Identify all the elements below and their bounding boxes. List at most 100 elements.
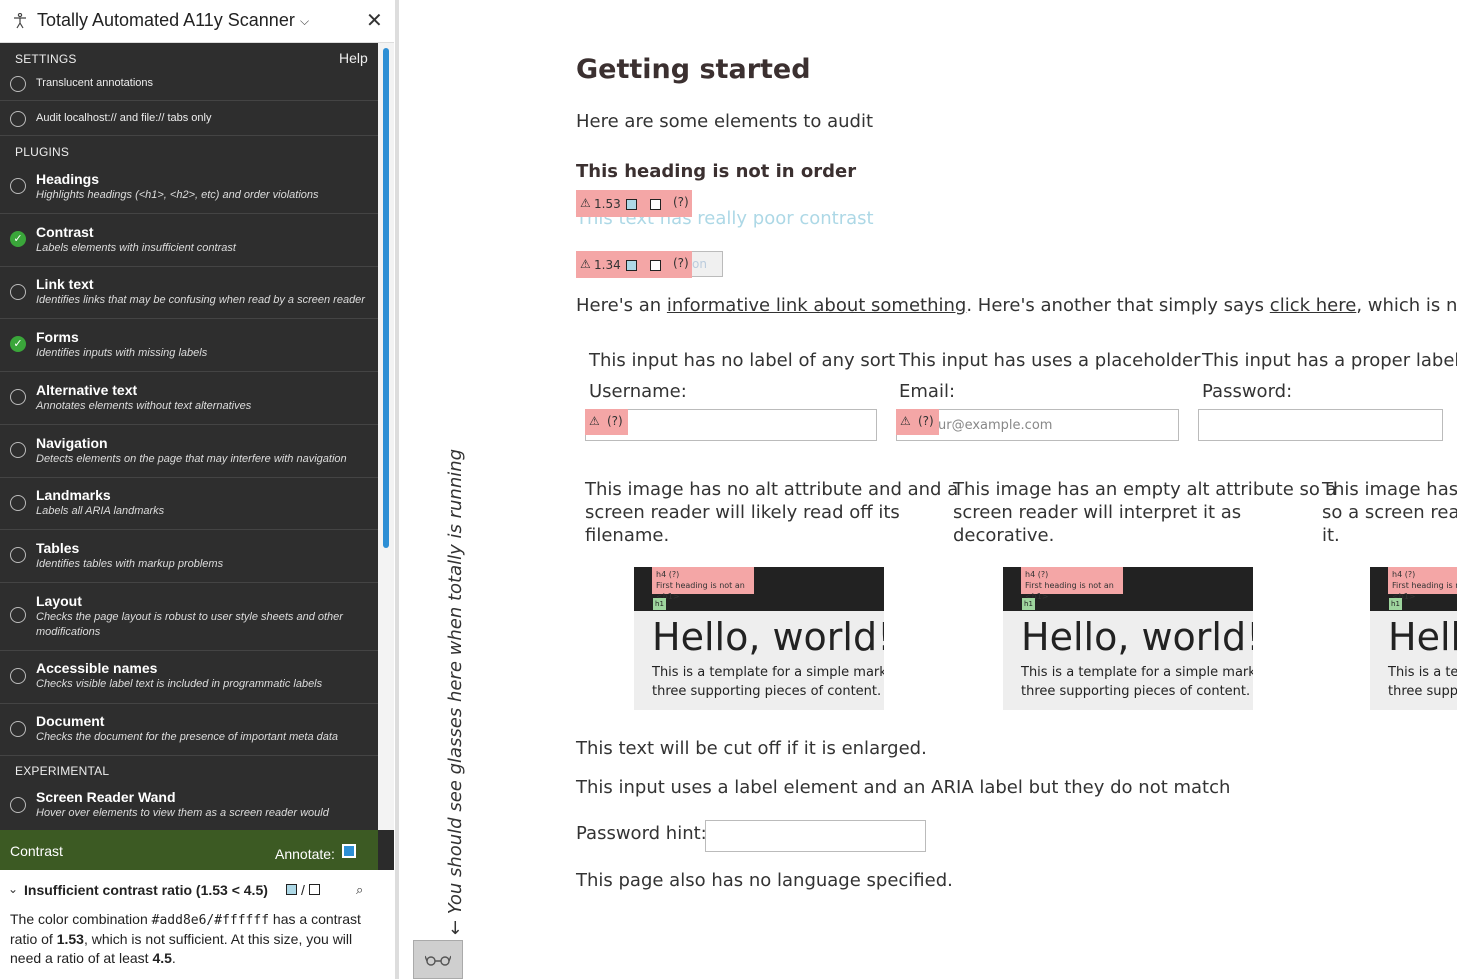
thumb-tag-line: h4 (?) bbox=[1392, 570, 1416, 579]
contrast-ratio: 1.34 bbox=[594, 258, 621, 272]
checkmark-icon[interactable]: ✓ bbox=[10, 231, 26, 247]
plugin-toggle[interactable] bbox=[10, 178, 26, 194]
plugin-toggle[interactable] bbox=[10, 797, 26, 813]
plugin-name: Landmarks bbox=[36, 487, 111, 503]
plugin-row-alt-text[interactable]: Alternative text Annotates elements with… bbox=[0, 372, 378, 425]
button-text-fragment: on bbox=[692, 257, 707, 271]
plugin-toggle[interactable] bbox=[10, 721, 26, 737]
links-text: Here's an bbox=[576, 295, 667, 316]
screenshot-image: h4 (?) First heading is not an <h1> h1 He… bbox=[1003, 567, 1253, 710]
chevron-down-icon[interactable]: ⌵ bbox=[300, 14, 309, 29]
plugin-toggle[interactable] bbox=[10, 668, 26, 684]
plugin-row-screen-reader-wand[interactable]: Screen Reader Wand Hover over elements t… bbox=[0, 780, 378, 830]
plugin-row-headings[interactable]: Headings Highlights headings (<h1>, <h2>… bbox=[0, 161, 378, 214]
thumb-h1-badge: h1 bbox=[1022, 598, 1035, 610]
plugin-name: Alternative text bbox=[36, 382, 138, 398]
sidebar-scroll-area: SETTINGS Help Translucent annotations Au… bbox=[0, 43, 378, 830]
help-badge[interactable]: (?) bbox=[673, 256, 689, 270]
thumb-h1-badge: h1 bbox=[653, 598, 666, 610]
plugin-row-document[interactable]: Document Checks the document for the pre… bbox=[0, 704, 378, 756]
plugins-section-label: PLUGINS bbox=[15, 145, 70, 159]
plugin-toggle[interactable] bbox=[10, 442, 26, 458]
click-here-link[interactable]: click here bbox=[1270, 295, 1357, 316]
close-icon[interactable]: ✕ bbox=[366, 8, 383, 33]
contrast-badge[interactable]: ⚠ 1.53 (?) bbox=[576, 190, 692, 217]
help-badge[interactable]: (?) bbox=[918, 414, 934, 428]
setting-row[interactable]: Audit localhost:// and file:// tabs only bbox=[0, 101, 378, 136]
plugin-toggle[interactable] bbox=[10, 284, 26, 300]
missing-label-badge[interactable]: ⚠ (?) bbox=[585, 409, 628, 435]
background-swatch bbox=[309, 884, 320, 895]
experimental-section-label: EXPERIMENTAL bbox=[15, 764, 110, 778]
setting-row[interactable]: Translucent annotations bbox=[0, 66, 378, 101]
caption-line: This image has an empty alt attribute so… bbox=[953, 479, 1337, 500]
thumb-text-line: This is a template for a simple marketi bbox=[1021, 665, 1253, 680]
out-of-order-heading: This heading is not in order bbox=[576, 161, 857, 182]
plugin-desc: Highlights headings (<h1>, <h2>, etc) an… bbox=[36, 189, 319, 201]
thumb-text-line: three supporting pieces of content. Us bbox=[652, 684, 884, 699]
informative-link[interactable]: informative link about something bbox=[667, 295, 966, 316]
magnifier-icon[interactable]: ⌕ bbox=[356, 882, 363, 898]
contrast-badge[interactable]: ⚠ 1.34 (?) bbox=[576, 251, 692, 278]
caption-line: screen reader will likely read off its bbox=[585, 502, 900, 523]
glasses-hint-text: ← You should see glasses here when total… bbox=[445, 448, 466, 935]
scanner-sidebar: Totally Automated A11y Scanner ⌵ ✕ SETTI… bbox=[0, 0, 394, 979]
settings-section-label: SETTINGS bbox=[15, 52, 77, 66]
glasses-button[interactable] bbox=[413, 940, 463, 979]
checkmark-icon[interactable]: ✓ bbox=[10, 336, 26, 352]
plugin-row-tables[interactable]: Tables Identifies tables with markup pro… bbox=[0, 530, 378, 583]
detail-text-part: . bbox=[171, 950, 176, 966]
plugin-desc: Labels all ARIA landmarks bbox=[36, 505, 165, 517]
sidebar-scroll-thumb[interactable] bbox=[383, 48, 389, 548]
page-title: Getting started bbox=[576, 54, 811, 85]
password-hint-label: Password hint: bbox=[576, 823, 707, 844]
plugin-toggle[interactable] bbox=[10, 547, 26, 563]
detail-text-part: The color combination bbox=[10, 911, 152, 927]
plugin-name: Navigation bbox=[36, 435, 108, 451]
thumb-tag-line: h4 (?) bbox=[1025, 570, 1049, 579]
password-input[interactable] bbox=[1198, 409, 1443, 441]
plugin-row-landmarks[interactable]: Landmarks Labels all ARIA landmarks bbox=[0, 478, 378, 530]
collapse-chevron-icon[interactable]: ⌄ bbox=[8, 882, 18, 896]
plugin-row-link-text[interactable]: Link text Identifies links that may be c… bbox=[0, 267, 378, 319]
detail-color-code: #add8e6/#ffffff bbox=[151, 913, 270, 928]
plugin-name: Document bbox=[36, 713, 105, 729]
plugin-desc: Identifies links that may be confusing w… bbox=[36, 294, 365, 306]
plugin-toggle[interactable] bbox=[10, 607, 26, 623]
plugin-row-contrast[interactable]: ✓ Contrast Labels elements with insuffic… bbox=[0, 214, 378, 267]
thumb-text-line: This is a template for a simple marketi bbox=[1388, 665, 1457, 680]
plugin-row-accessible-names[interactable]: Accessible names Checks visible label te… bbox=[0, 651, 378, 704]
detail-heading[interactable]: Insufficient contrast ratio (1.53 < 4.5) bbox=[24, 882, 268, 898]
setting-radio[interactable] bbox=[10, 76, 26, 92]
plugin-row-navigation[interactable]: Navigation Detects elements on the page … bbox=[0, 425, 378, 478]
missing-label-badge[interactable]: ⚠ (?) bbox=[896, 409, 939, 435]
password-hint-input[interactable] bbox=[705, 820, 926, 852]
detail-ratio: 1.53 bbox=[56, 931, 84, 947]
thumb-text: This is a template for a simple marketi t… bbox=[1388, 663, 1457, 701]
plugin-toggle[interactable] bbox=[10, 389, 26, 405]
thumb-hello: Hello, world! bbox=[652, 615, 884, 659]
swatch-separator: / bbox=[301, 882, 305, 898]
annotate-checkbox[interactable] bbox=[342, 844, 356, 858]
plugin-desc: Labels elements with insufficient contra… bbox=[36, 242, 236, 254]
detail-required-ratio: 4.5 bbox=[152, 950, 172, 966]
help-badge[interactable]: (?) bbox=[673, 195, 689, 209]
plugin-name: Link text bbox=[36, 276, 94, 292]
active-plugin-name: Contrast bbox=[10, 843, 63, 859]
password-label: Password: bbox=[1202, 381, 1293, 402]
plugin-desc: Hover over elements to view them as a sc… bbox=[36, 807, 329, 819]
plugin-name: Tables bbox=[36, 540, 80, 556]
caption-line: it. bbox=[1322, 525, 1340, 546]
help-link[interactable]: Help bbox=[339, 50, 368, 66]
help-badge[interactable]: (?) bbox=[607, 414, 623, 428]
username-input[interactable] bbox=[585, 409, 877, 441]
setting-radio[interactable] bbox=[10, 111, 26, 127]
sidebar-title[interactable]: Totally Automated A11y Scanner bbox=[37, 10, 295, 31]
foreground-swatch bbox=[286, 884, 297, 895]
plugin-row-layout[interactable]: Layout Checks the page layout is robust … bbox=[0, 583, 378, 651]
plugin-name: Contrast bbox=[36, 224, 94, 240]
plugin-toggle[interactable] bbox=[10, 495, 26, 511]
warning-icon: ⚠ bbox=[589, 414, 600, 428]
plugin-desc: Annotates elements without text alternat… bbox=[36, 400, 252, 412]
plugin-row-forms[interactable]: ✓ Forms Identifies inputs with missing l… bbox=[0, 319, 378, 372]
